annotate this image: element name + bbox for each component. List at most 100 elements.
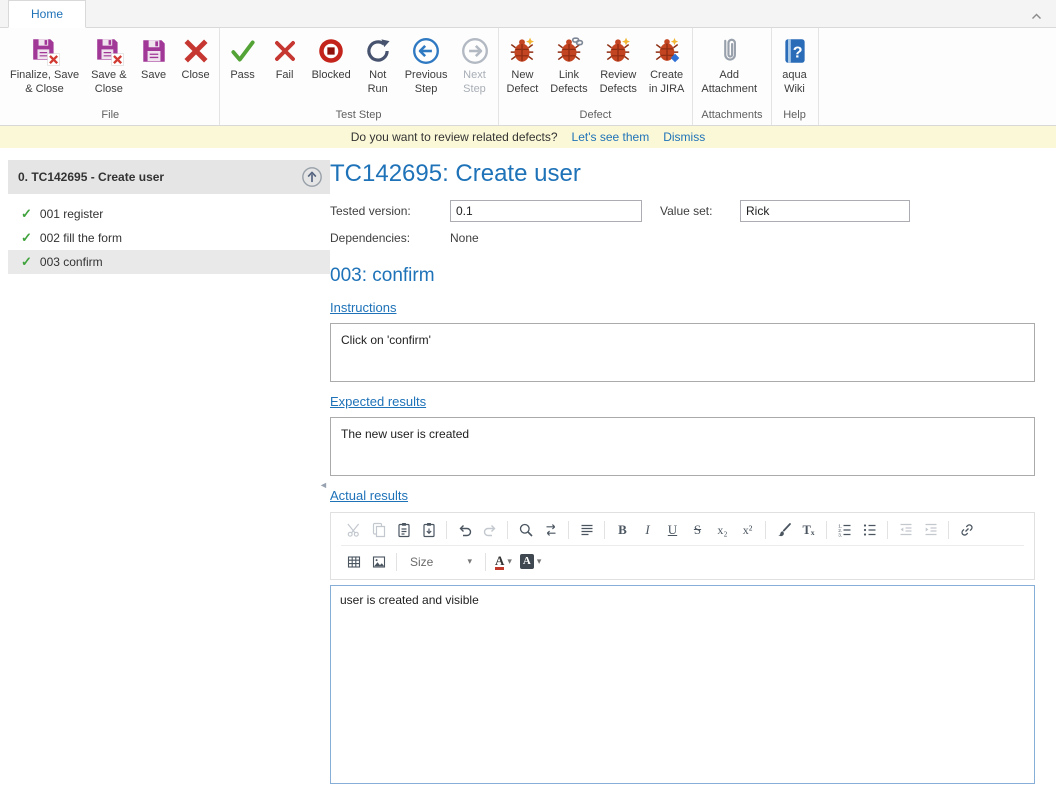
fail-button[interactable]: Fail (264, 30, 306, 107)
editor-toolbar: BIUSx₂ x² Tₓ 1.2.3. Size ▾ A▾A▾ (330, 512, 1035, 580)
select-all-button[interactable] (574, 518, 599, 542)
expected-results-section-label[interactable]: Expected results (330, 394, 1035, 410)
toolbar-separator (604, 521, 605, 539)
new-defect-button-label: New Defect (507, 69, 539, 97)
bulleted-list-button[interactable] (857, 518, 882, 542)
previous-step-button[interactable]: Previous Step (399, 30, 454, 107)
superscript-button[interactable]: x² (735, 518, 760, 542)
link-defects-button-label: Link Defects (550, 69, 587, 97)
tested-version-input[interactable] (450, 200, 642, 222)
step-list: ✓001 register✓002 fill the form✓003 conf… (8, 202, 330, 274)
ribbon-group-attachments: Add AttachmentAttachments (693, 28, 771, 125)
toolbar-separator (568, 521, 569, 539)
copy-button[interactable] (366, 518, 391, 542)
not-run-button[interactable]: Not Run (357, 30, 399, 107)
subscript-button[interactable]: x₂ (710, 518, 735, 542)
create-in-jira-button[interactable]: Create in JIRA (643, 30, 690, 107)
notification-review-link[interactable]: Let's see them (572, 130, 650, 144)
splitter-collapse-icon[interactable]: ◄ (319, 480, 328, 490)
toolbar-separator (396, 553, 397, 571)
close-button[interactable]: Close (175, 30, 217, 107)
paste-button[interactable] (391, 518, 416, 542)
strikethrough-button[interactable]: S (685, 518, 710, 542)
instructions-section-label[interactable]: Instructions (330, 300, 1035, 316)
remove-format-button[interactable]: Tₓ (796, 518, 821, 542)
numbered-list-button[interactable]: 1.2.3. (832, 518, 857, 542)
background-color-button[interactable]: A▾ (516, 550, 545, 574)
create-in-jira-button-label: Create in JIRA (649, 69, 684, 97)
instructions-box: Click on 'confirm' (330, 323, 1035, 382)
paste-from-word-button[interactable] (416, 518, 441, 542)
scroll-to-top-icon[interactable] (301, 166, 323, 188)
redo-button[interactable] (477, 518, 502, 542)
bug-review-icon (603, 36, 633, 66)
add-attachment-button[interactable]: Add Attachment (695, 30, 763, 107)
save-button[interactable]: Save (133, 30, 175, 107)
dropdown-caret-icon: ▾ (467, 556, 472, 567)
step-item-3[interactable]: ✓003 confirm (8, 250, 330, 274)
copy-formatting-button[interactable] (771, 518, 796, 542)
tab-home[interactable]: Home (8, 0, 86, 28)
link-defects-button[interactable]: Link Defects (544, 30, 593, 107)
circle-arrow-left-icon (411, 36, 441, 66)
ribbon-group-label: File (4, 107, 217, 125)
save-badge-icon (94, 36, 124, 66)
circle-arrow-right-icon (460, 36, 490, 66)
text-color-button[interactable]: A▾ (491, 550, 516, 574)
underline-button[interactable]: U (660, 518, 685, 542)
ribbon-group-file: Finalize, Save & CloseSave & CloseSaveCl… (2, 28, 220, 125)
value-set-input[interactable] (740, 200, 910, 222)
save-and-close-button-label: Save & Close (91, 69, 126, 97)
blocked-button[interactable]: Blocked (306, 30, 357, 107)
step-title: 003: confirm (330, 264, 1035, 288)
step-item-2[interactable]: ✓002 fill the form (8, 226, 330, 250)
increase-indent-button[interactable] (918, 518, 943, 542)
link-button[interactable] (954, 518, 979, 542)
toolbar-separator (446, 521, 447, 539)
cut-button[interactable] (341, 518, 366, 542)
insert-image-button[interactable] (366, 550, 391, 574)
add-attachment-button-label: Add Attachment (701, 69, 757, 97)
paperclip-icon (714, 36, 744, 66)
ribbon-group-label: Help (774, 107, 816, 125)
blocked-button-label: Blocked (312, 69, 351, 83)
replace-button[interactable] (538, 518, 563, 542)
notification-dismiss-link[interactable]: Dismiss (663, 130, 705, 144)
font-size-dropdown[interactable]: Size ▾ (404, 555, 478, 569)
aqua-wiki-button[interactable]: ? aqua Wiki (774, 30, 816, 107)
dependencies-value: None (450, 231, 479, 245)
step-item-label: 003 confirm (40, 255, 103, 269)
ribbon-group-label: Test Step (222, 107, 496, 125)
decrease-indent-button[interactable] (893, 518, 918, 542)
ribbon-tab-bar: Home (0, 0, 1056, 28)
step-item-1[interactable]: ✓001 register (8, 202, 330, 226)
wiki-book-icon: ? (780, 36, 810, 66)
ribbon: Finalize, Save & CloseSave & CloseSaveCl… (0, 28, 1056, 126)
aqua-wiki-button-label: aqua Wiki (782, 69, 806, 97)
bold-button[interactable]: B (610, 518, 635, 542)
fail-button-label: Fail (276, 69, 294, 83)
new-defect-button[interactable]: New Defect (501, 30, 545, 107)
pass-button[interactable]: Pass (222, 30, 264, 107)
save-and-close-button[interactable]: Save & Close (85, 30, 132, 107)
ribbon-collapse-icon[interactable] (1031, 7, 1042, 25)
fields-row: Tested version: Value set: (330, 198, 1035, 224)
notification-bar: Do you want to review related defects? L… (0, 126, 1056, 148)
next-step-button[interactable]: Next Step (454, 30, 496, 107)
actual-results-editor[interactable]: user is created and visible (330, 585, 1035, 784)
svg-text:3.: 3. (838, 532, 842, 538)
finalize-save-close-button[interactable]: Finalize, Save & Close (4, 30, 85, 107)
svg-text:?: ? (792, 43, 802, 61)
dependencies-label: Dependencies: (330, 231, 450, 245)
page-title: TC142695: Create user (330, 160, 1035, 188)
ribbon-group-defect: New Defect Link DefectsReview DefectsCrea… (499, 28, 694, 125)
review-defects-button[interactable]: Review Defects (594, 30, 643, 107)
superscript-button-glyph: x² (743, 523, 753, 538)
find-button[interactable] (513, 518, 538, 542)
notification-message: Do you want to review related defects? (351, 130, 558, 144)
italic-button[interactable]: I (635, 518, 660, 542)
insert-table-button[interactable] (341, 550, 366, 574)
actual-results-section-label[interactable]: Actual results (330, 488, 1035, 504)
font-size-label: Size (410, 555, 433, 569)
undo-button[interactable] (452, 518, 477, 542)
